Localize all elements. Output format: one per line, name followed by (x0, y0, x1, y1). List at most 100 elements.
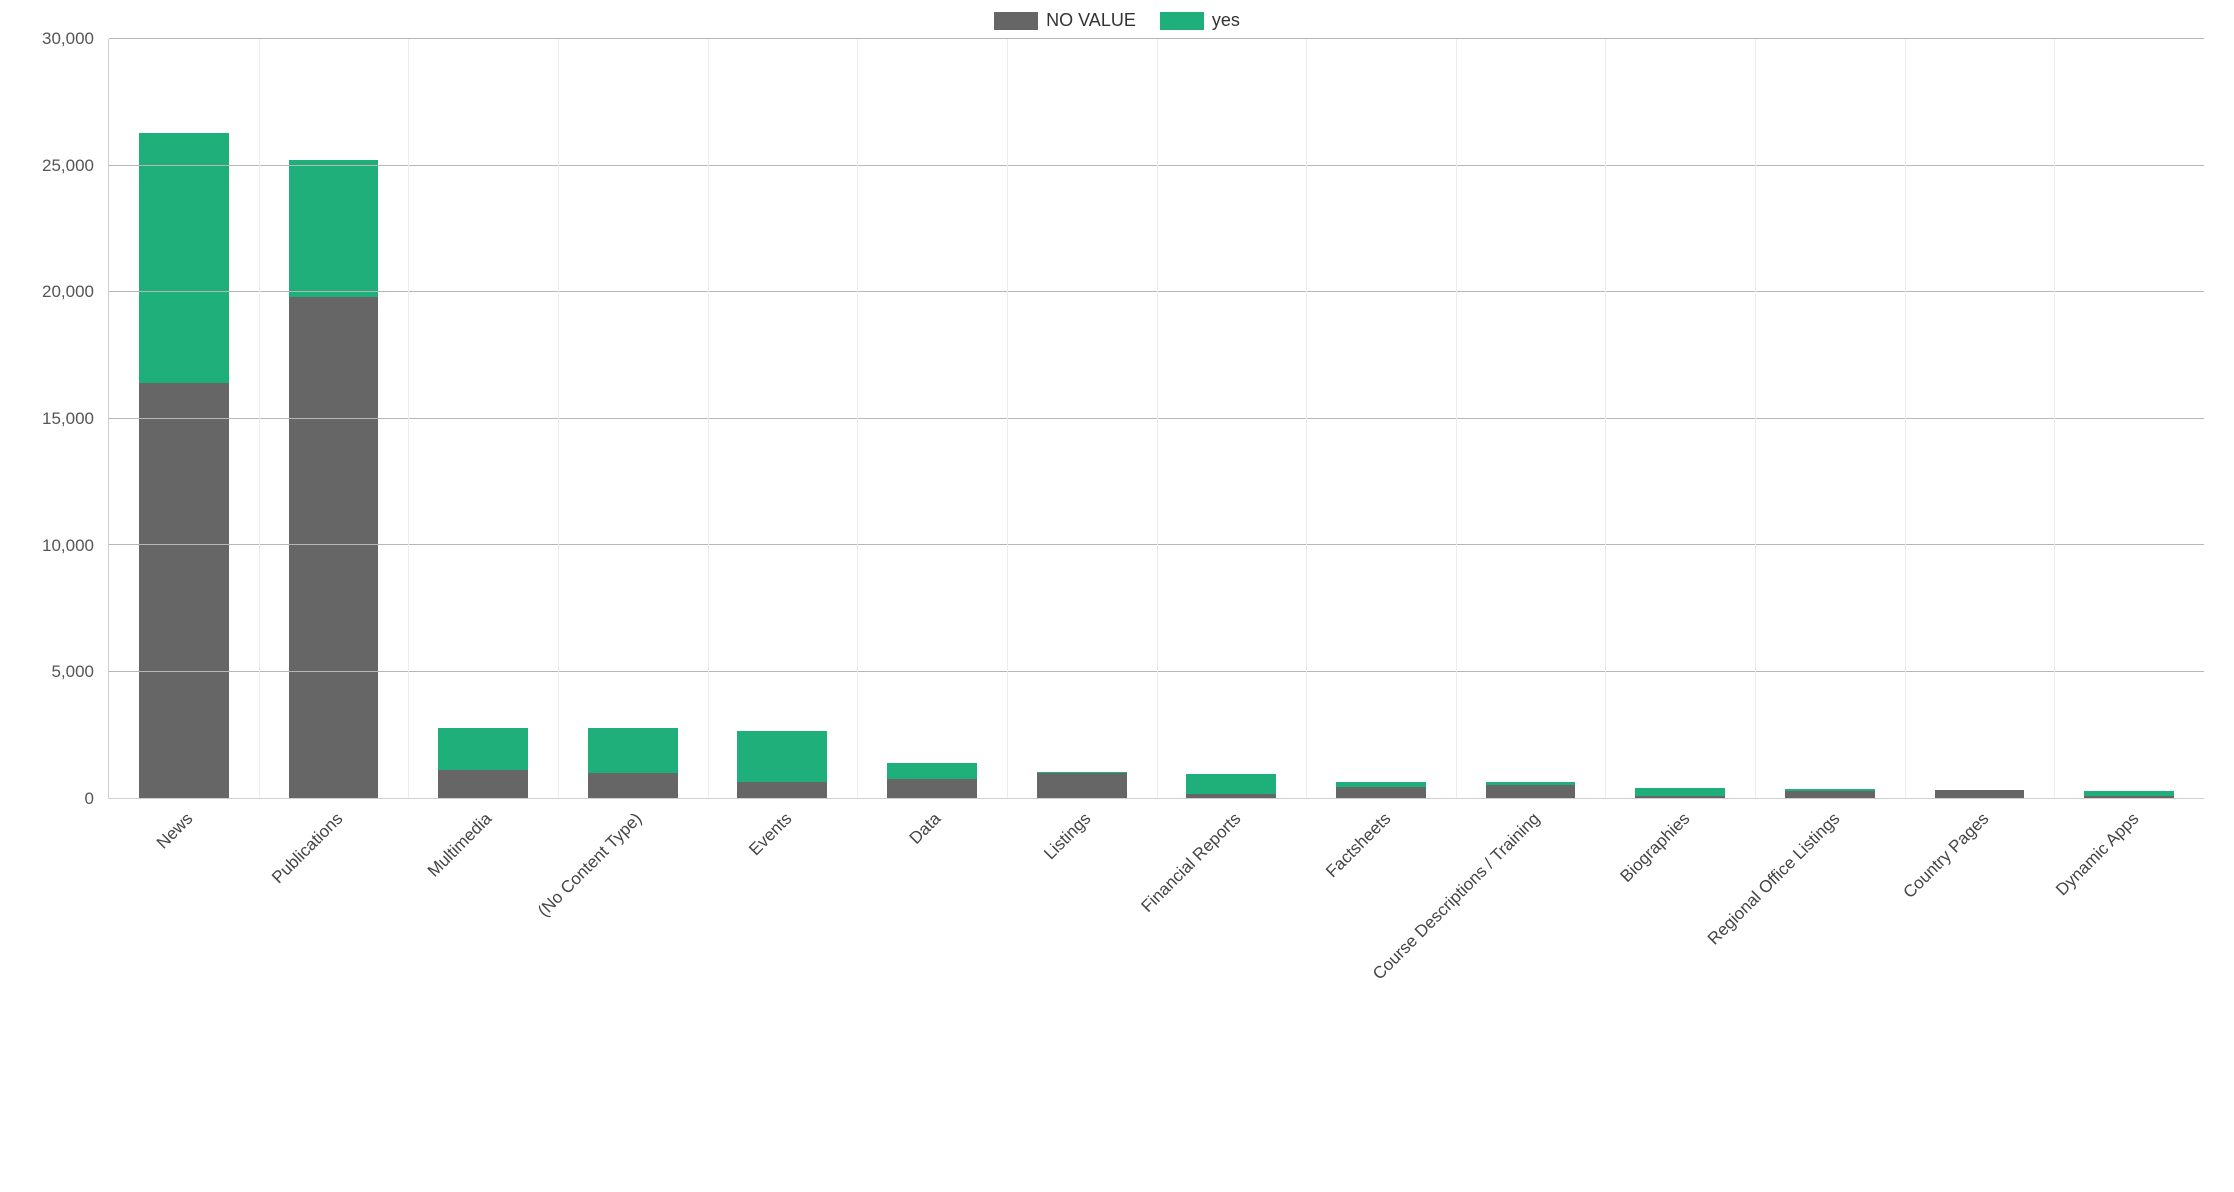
bar-category (1755, 39, 1905, 798)
bar-segment-no-value (139, 383, 229, 798)
y-tick-label: 20,000 (42, 282, 94, 302)
bar-segment-no-value (1785, 791, 1875, 798)
bar (1037, 39, 1127, 798)
bar-category (408, 39, 558, 798)
bar-segment-yes (588, 728, 678, 772)
bar-segment-no-value (1635, 796, 1725, 798)
x-label-cell: Listings (1006, 799, 1156, 1019)
bar-segment-no-value (1186, 794, 1276, 798)
vgridline (857, 39, 858, 798)
plot (108, 39, 2204, 799)
y-tick-label: 30,000 (42, 29, 94, 49)
bar-segment-no-value (2084, 796, 2174, 798)
bar-segment-no-value (588, 773, 678, 798)
bar-category (1456, 39, 1606, 798)
x-label-cell: Dynamic Apps (2054, 799, 2204, 1019)
y-tick-label: 25,000 (42, 156, 94, 176)
bar-category (558, 39, 708, 798)
bar (1486, 39, 1576, 798)
bar-category (1007, 39, 1157, 798)
x-label-cell: Financial Reports (1156, 799, 1306, 1019)
legend-item-no-value: NO VALUE (994, 10, 1136, 31)
vgridline (1905, 39, 1906, 798)
x-label-cell: News (108, 799, 258, 1019)
legend-label-no-value: NO VALUE (1046, 10, 1136, 31)
vgridline (1456, 39, 1457, 798)
x-tick-label: News (153, 809, 197, 853)
x-label-cell: Course Descriptions / Training (1455, 799, 1605, 1019)
x-label-cell: Regional Office Listings (1755, 799, 1905, 1019)
x-label-cell: Multimedia (407, 799, 557, 1019)
vgridline (1157, 39, 1158, 798)
y-tick-label: 0 (85, 789, 94, 809)
bar-category (259, 39, 409, 798)
bar-category (1306, 39, 1456, 798)
vgridline (2054, 39, 2055, 798)
x-label-cell: Data (857, 799, 1007, 1019)
legend-item-yes: yes (1160, 10, 1240, 31)
bar-category (109, 39, 259, 798)
bar (1785, 39, 1875, 798)
bar (139, 39, 229, 798)
bar (1635, 39, 1725, 798)
x-label-cell: (No Content Type) (557, 799, 707, 1019)
bar-segment-no-value (438, 770, 528, 798)
bar-segment-yes (887, 763, 977, 779)
bar-segment-yes (737, 731, 827, 782)
bar (737, 39, 827, 798)
bar-segment-yes (139, 133, 229, 383)
vgridline (1306, 39, 1307, 798)
x-label-cell: Publications (258, 799, 408, 1019)
y-tick-label: 10,000 (42, 536, 94, 556)
bar (887, 39, 977, 798)
bar-segment-no-value (887, 779, 977, 798)
y-axis: 05,00010,00015,00020,00025,00030,000 (30, 39, 108, 799)
x-tick-label: Country Pages (1900, 809, 1994, 903)
vgridline (1755, 39, 1756, 798)
bar (1935, 39, 2025, 798)
vgridline (558, 39, 559, 798)
bar (1186, 39, 1276, 798)
bar-segment-no-value (289, 297, 379, 798)
bar-category (1905, 39, 2055, 798)
x-tick-label: Factsheets (1322, 809, 1395, 882)
bar-segment-no-value (1037, 773, 1127, 798)
x-tick-label: Events (745, 809, 796, 860)
x-label-cell: Events (707, 799, 857, 1019)
bar-category (857, 39, 1007, 798)
bar-segment-yes (289, 160, 379, 297)
x-tick-label: Data (906, 809, 946, 849)
vgridline (1605, 39, 1606, 798)
bar (1336, 39, 1426, 798)
vgridline (1007, 39, 1008, 798)
x-tick-label: Dynamic Apps (2052, 809, 2143, 900)
x-tick-label: Biographies (1617, 809, 1695, 887)
bar-category (1156, 39, 1306, 798)
bar-segment-no-value (1336, 787, 1426, 798)
vgridline (708, 39, 709, 798)
legend-swatch-yes (1160, 12, 1204, 30)
bar-segment-yes (1635, 788, 1725, 797)
y-tick-label: 5,000 (51, 662, 94, 682)
x-tick-label: Listings (1040, 809, 1095, 864)
chart-plot-area: 05,00010,00015,00020,00025,00030,000 (30, 39, 2204, 799)
legend: NO VALUE yes (30, 10, 2204, 31)
x-axis: News PublicationsMultimedia (No Content Ty… (108, 799, 2204, 1019)
bar-segment-yes (1186, 774, 1276, 794)
bar-category (1605, 39, 1755, 798)
chart-container: NO VALUE yes 05,00010,00015,00020,00025,… (30, 10, 2204, 1019)
bar (438, 39, 528, 798)
bar-segment-no-value (1935, 790, 2025, 798)
vgridline (408, 39, 409, 798)
bar-segment-no-value (1486, 785, 1576, 798)
bar-category (708, 39, 858, 798)
bar (588, 39, 678, 798)
bar (2084, 39, 2174, 798)
vgridline (259, 39, 260, 798)
x-tick-label: Multimedia (424, 809, 496, 881)
x-label-cell: Country Pages (1905, 799, 2055, 1019)
bar-segment-yes (438, 728, 528, 770)
bar-category (2054, 39, 2204, 798)
legend-label-yes: yes (1212, 10, 1240, 31)
bar (289, 39, 379, 798)
